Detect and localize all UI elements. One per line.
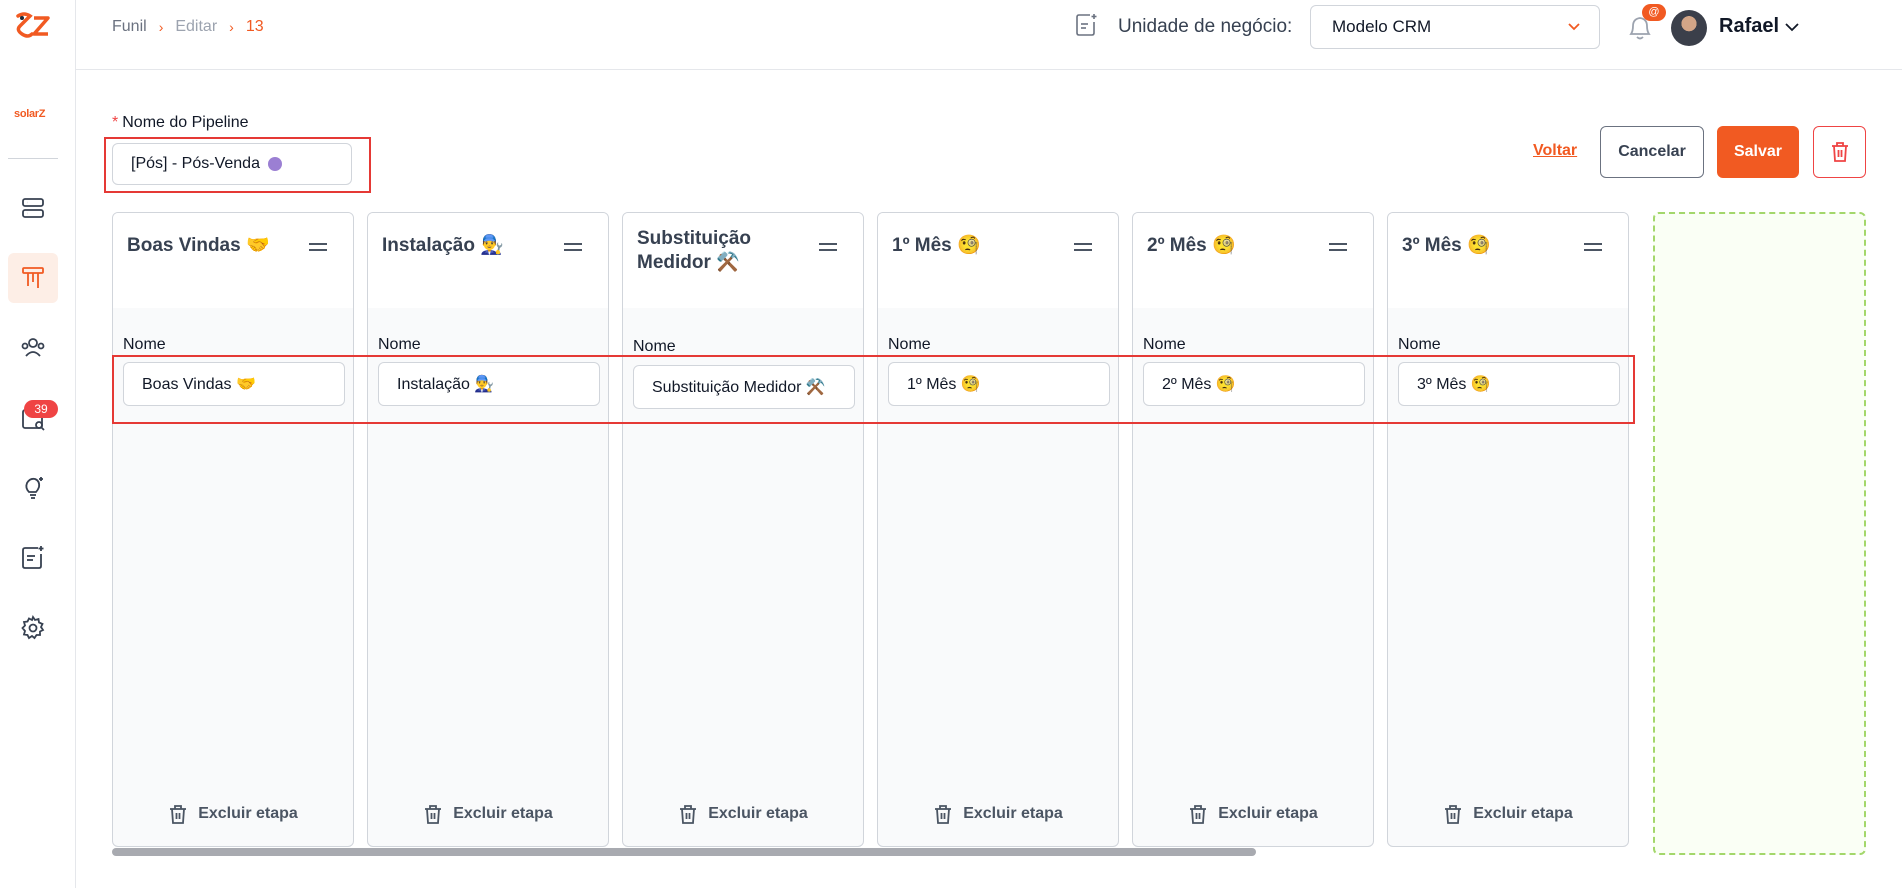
stage-name-label: Nome bbox=[888, 336, 931, 353]
sidebar-item-notes[interactable] bbox=[8, 533, 58, 583]
back-link[interactable]: Voltar bbox=[1533, 142, 1577, 160]
sidebar-item-servers[interactable] bbox=[8, 183, 58, 233]
pipeline-name-label-text: Nome do Pipeline bbox=[122, 114, 249, 131]
pipeline-name-label: * Nome do Pipeline bbox=[112, 114, 249, 132]
highlight-box bbox=[112, 355, 1635, 424]
drag-handle-icon[interactable] bbox=[1329, 243, 1347, 253]
chevron-right-icon: › bbox=[229, 19, 234, 35]
drag-handle-icon[interactable] bbox=[309, 243, 327, 253]
stage-header: Instalação 👨‍🔧 bbox=[368, 213, 608, 308]
brand-text: solarZ bbox=[14, 108, 46, 120]
sidebar: solarZ 39 bbox=[0, 0, 76, 888]
delete-stage-label: Excluir etapa bbox=[198, 805, 298, 822]
notification-badge: @ bbox=[1642, 4, 1666, 21]
stage-header: Substituição Medidor ⚒️ bbox=[623, 213, 863, 308]
chevron-down-icon[interactable] bbox=[1783, 18, 1801, 36]
stage-name-label: Nome bbox=[633, 338, 676, 355]
avatar[interactable] bbox=[1671, 10, 1707, 46]
drag-handle-icon[interactable] bbox=[1584, 243, 1602, 253]
stage-column: 3º Mês 🧐 Nome 3º Mês 🧐 Excluir etapa bbox=[1387, 212, 1629, 847]
delete-stage-label: Excluir etapa bbox=[453, 805, 553, 822]
stage-title: Boas Vindas 🤝 bbox=[127, 235, 270, 256]
users-icon bbox=[21, 338, 45, 357]
sidebar-item-ideas[interactable] bbox=[8, 463, 58, 513]
delete-stage-label: Excluir etapa bbox=[963, 805, 1063, 822]
drag-handle-icon[interactable] bbox=[564, 243, 582, 253]
save-button[interactable]: Salvar bbox=[1717, 126, 1799, 178]
gear-icon bbox=[21, 614, 45, 640]
sidebar-item-funnel[interactable] bbox=[8, 253, 58, 303]
drag-handle-icon[interactable] bbox=[1074, 243, 1092, 253]
sidebar-divider bbox=[8, 158, 58, 159]
breadcrumb-editar[interactable]: Editar bbox=[175, 18, 217, 36]
stage-name-label: Nome bbox=[1398, 336, 1441, 353]
stage-name-label: Nome bbox=[378, 336, 421, 353]
stage-column: 2º Mês 🧐 Nome 2º Mês 🧐 Excluir etapa bbox=[1132, 212, 1374, 847]
document-add-icon bbox=[1076, 14, 1097, 36]
breadcrumb: Funil › Editar › 13 bbox=[112, 18, 264, 36]
trash-icon bbox=[1190, 805, 1207, 824]
chevron-right-icon: › bbox=[158, 19, 164, 35]
stage-header: 3º Mês 🧐 bbox=[1388, 213, 1628, 308]
delete-stage-button[interactable]: Excluir etapa bbox=[1133, 804, 1373, 824]
pipeline-name-value: [Pós] - Pós-Venda bbox=[131, 155, 260, 172]
business-unit-select[interactable]: Modelo CRM bbox=[1310, 5, 1600, 49]
delete-stage-button[interactable]: Excluir etapa bbox=[1388, 804, 1628, 824]
delete-stage-button[interactable]: Excluir etapa bbox=[113, 804, 353, 824]
delete-stage-button[interactable]: Excluir etapa bbox=[623, 804, 863, 824]
sidebar-item-settings[interactable] bbox=[8, 603, 58, 653]
trash-icon bbox=[1445, 805, 1462, 824]
delete-stage-label: Excluir etapa bbox=[1473, 805, 1573, 822]
stage-header: 1º Mês 🧐 bbox=[878, 213, 1118, 308]
stage-title: 2º Mês 🧐 bbox=[1147, 235, 1236, 256]
trash-icon bbox=[935, 805, 952, 824]
horizontal-scrollbar[interactable] bbox=[112, 848, 1256, 856]
business-unit-label: Unidade de negócio: bbox=[1118, 16, 1293, 37]
lightbulb-icon bbox=[25, 477, 43, 499]
trash-icon bbox=[425, 805, 442, 824]
notes-icon bbox=[22, 546, 44, 569]
delete-stage-label: Excluir etapa bbox=[1218, 805, 1318, 822]
breadcrumb-current: 13 bbox=[245, 18, 264, 35]
calendar-badge: 39 bbox=[24, 400, 58, 418]
funnel-icon bbox=[22, 267, 44, 288]
stage-column: 1º Mês 🧐 Nome 1º Mês 🧐 Excluir etapa bbox=[877, 212, 1119, 847]
delete-stage-button[interactable]: Excluir etapa bbox=[878, 804, 1118, 824]
trash-icon bbox=[1831, 142, 1848, 162]
breadcrumb-funil[interactable]: Funil bbox=[112, 18, 147, 36]
stage-column: Instalação 👨‍🔧 Nome Instalação 👨‍🔧 Exclu… bbox=[367, 212, 609, 847]
stage-name-label: Nome bbox=[1143, 336, 1186, 353]
stage-title: 3º Mês 🧐 bbox=[1402, 235, 1491, 256]
pipeline-color-dot[interactable] bbox=[267, 157, 282, 171]
sidebar-item-users[interactable] bbox=[8, 323, 58, 373]
stage-title: Substituição Medidor ⚒️ bbox=[637, 228, 752, 273]
add-stage-dropzone[interactable] bbox=[1653, 212, 1866, 855]
pipeline-name-input[interactable]: [Pós] - Pós-Venda bbox=[112, 143, 352, 185]
servers-icon bbox=[22, 198, 44, 218]
required-mark: * bbox=[112, 114, 119, 131]
trash-icon bbox=[680, 805, 697, 824]
stage-title: 1º Mês 🧐 bbox=[892, 235, 981, 256]
user-name[interactable]: Rafael bbox=[1719, 15, 1779, 38]
stage-column: Substituição Medidor ⚒️ Nome Substituiçã… bbox=[622, 212, 864, 847]
stage-header: Boas Vindas 🤝 bbox=[113, 213, 353, 308]
trash-icon bbox=[170, 805, 187, 824]
delete-stage-button[interactable]: Excluir etapa bbox=[368, 804, 608, 824]
drag-handle-icon[interactable] bbox=[819, 243, 837, 253]
cancel-button[interactable]: Cancelar bbox=[1600, 126, 1704, 178]
delete-stage-label: Excluir etapa bbox=[708, 805, 808, 822]
stage-column: Boas Vindas 🤝 Nome Boas Vindas 🤝 Excluir… bbox=[112, 212, 354, 847]
chevron-down-icon bbox=[1568, 23, 1580, 31]
stage-title: Instalação 👨‍🔧 bbox=[382, 235, 504, 256]
business-unit-value: Modelo CRM bbox=[1332, 17, 1432, 36]
solarz-logo-icon[interactable] bbox=[12, 10, 52, 42]
delete-pipeline-button[interactable] bbox=[1813, 126, 1866, 178]
stage-header: 2º Mês 🧐 bbox=[1133, 213, 1373, 308]
stage-name-label: Nome bbox=[123, 336, 166, 353]
